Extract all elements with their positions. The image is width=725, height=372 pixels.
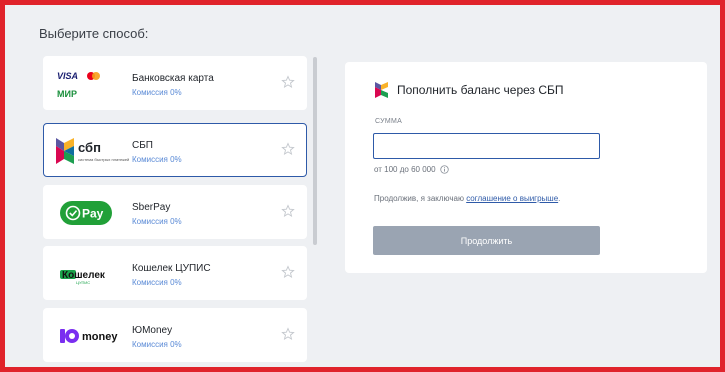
method-bank-card[interactable]: VISA МИР Банковская карта Комиссия 0%	[43, 56, 307, 110]
svg-text:система быстрых платежей: система быстрых платежей	[78, 157, 129, 162]
sberpay-logo: Pay	[54, 192, 134, 234]
method-fee: Комиссия 0%	[132, 278, 182, 287]
method-cupis[interactable]: Кошелек ЦУПИС Кошелек ЦУПИС Комиссия 0%	[43, 246, 307, 300]
star-icon[interactable]	[281, 327, 295, 341]
sbp-logo: сбп система быстрых платежей	[54, 130, 134, 172]
bank-card-logo: VISA МИР	[54, 63, 134, 105]
method-name: ЮMoney	[132, 325, 173, 336]
amount-input[interactable]	[373, 133, 600, 159]
topup-panel: Пополнить баланс через СБП СУММА от 100 …	[345, 62, 707, 273]
agreement-link[interactable]: соглашение о выигрыше	[466, 194, 558, 203]
agreement-suffix: .	[558, 194, 561, 203]
svg-text:ЦУПИС: ЦУПИС	[76, 280, 90, 285]
agreement-prefix: Продолжив, я заключаю	[374, 194, 467, 203]
amount-range: от 100 до 60 000	[374, 165, 449, 174]
amount-range-text: от 100 до 60 000	[374, 165, 436, 174]
star-icon[interactable]	[281, 265, 295, 279]
mir-logo: МИР	[57, 89, 77, 99]
method-name: СБП	[132, 140, 153, 151]
info-icon[interactable]	[440, 165, 449, 174]
svg-text:сбп: сбп	[78, 140, 101, 155]
panel-title: Пополнить баланс через СБП	[397, 83, 564, 97]
amount-label: СУММА	[375, 118, 403, 125]
method-sberpay[interactable]: Pay SberPay Комиссия 0%	[43, 185, 307, 239]
method-fee: Комиссия 0%	[132, 155, 182, 164]
yoomoney-logo: money	[54, 315, 134, 357]
method-fee: Комиссия 0%	[132, 88, 182, 97]
svg-text:Pay: Pay	[82, 207, 104, 221]
cupis-logo: Кошелек ЦУПИС	[54, 253, 134, 295]
method-fee: Комиссия 0%	[132, 340, 182, 349]
method-fee: Комиссия 0%	[132, 217, 182, 226]
sbp-icon	[375, 82, 388, 98]
star-icon[interactable]	[281, 75, 295, 89]
method-name: Кошелек ЦУПИС	[132, 263, 211, 274]
page-title: Выберите способ:	[39, 26, 149, 41]
method-yoomoney[interactable]: money ЮMoney Комиссия 0%	[43, 308, 307, 362]
continue-button[interactable]: Продолжить	[373, 226, 600, 255]
method-list-scrollbar[interactable]	[313, 57, 317, 245]
method-name: SberPay	[132, 202, 171, 213]
highlight-frame: Выберите способ: VISA МИР Банковская кар…	[0, 0, 725, 372]
star-icon[interactable]	[281, 142, 295, 156]
star-icon[interactable]	[281, 204, 295, 218]
agreement-text: Продолжив, я заключаю соглашение о выигр…	[374, 194, 560, 203]
method-sbp[interactable]: сбп система быстрых платежей СБП Комисси…	[43, 123, 307, 177]
method-name: Банковская карта	[132, 73, 214, 84]
svg-text:money: money	[82, 331, 118, 343]
payment-method-list: VISA МИР Банковская карта Комиссия 0% сб…	[39, 56, 309, 362]
visa-logo: VISA	[57, 71, 78, 81]
